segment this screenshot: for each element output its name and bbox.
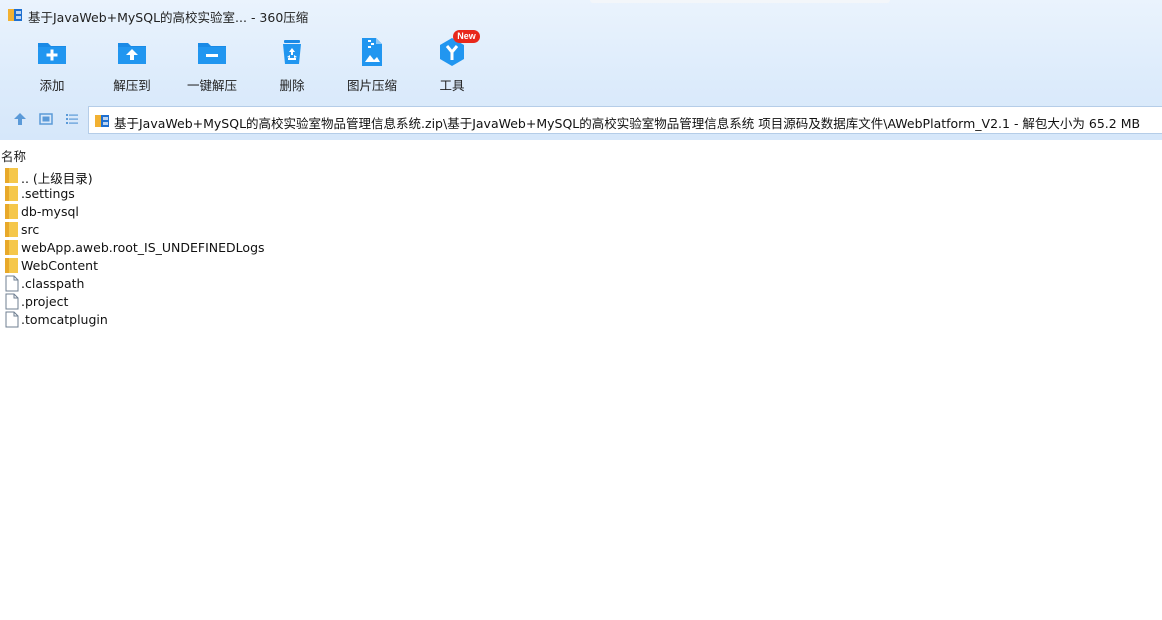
file-icon <box>5 293 19 310</box>
file-name: .tomcatplugin <box>21 312 108 327</box>
list-item[interactable]: webApp.aweb.root_IS_UNDEFINEDLogs <box>0 238 1162 256</box>
file-name: .project <box>21 294 69 309</box>
file-icon <box>5 275 19 292</box>
delete-button[interactable]: 删除 <box>252 34 332 96</box>
folder-icon <box>5 168 18 183</box>
tools-button[interactable]: 工具 <box>412 34 492 96</box>
toolbar: 添加 解压到 一键解压 删除 图片压缩 工具 <box>0 34 520 96</box>
recycle-icon <box>283 40 301 64</box>
image-compress-label: 图片压缩 <box>346 78 397 93</box>
title-bar: 基于JavaWeb+MySQL的高校实验室... - 360压缩 <box>0 0 1162 30</box>
title-highlight <box>590 0 890 3</box>
one-click-extract-button[interactable]: 一键解压 <box>172 34 252 96</box>
up-arrow-icon[interactable] <box>12 111 28 127</box>
address-bar: 基于JavaWeb+MySQL的高校实验室物品管理信息系统.zip\基于Java… <box>0 104 1162 134</box>
file-name: db-mysql <box>21 204 79 219</box>
path-field[interactable]: 基于JavaWeb+MySQL的高校实验室物品管理信息系统.zip\基于Java… <box>88 106 1162 134</box>
window-chrome: 基于JavaWeb+MySQL的高校实验室... - 360压缩 添加 解压到 <box>0 0 1162 140</box>
current-path: 基于JavaWeb+MySQL的高校实验室物品管理信息系统.zip\基于Java… <box>114 116 1010 131</box>
image-compress-button[interactable]: 图片压缩 <box>332 34 412 96</box>
file-icon <box>5 311 19 328</box>
list-item[interactable]: db-mysql <box>0 202 1162 220</box>
list-item[interactable]: WebContent <box>0 256 1162 274</box>
folder-icon <box>5 258 18 273</box>
archive-icon <box>8 9 22 21</box>
one-click-extract-icon <box>198 43 226 64</box>
column-name[interactable]: 名称 <box>1 146 26 165</box>
extract-to-button[interactable]: 解压到 <box>92 34 172 96</box>
folder-icon <box>5 240 18 255</box>
column-header[interactable]: 名称 <box>0 146 1162 164</box>
folder-icon <box>5 222 18 237</box>
file-name: WebContent <box>21 258 98 273</box>
list-item[interactable]: .classpath <box>0 274 1162 292</box>
archive-icon <box>95 115 109 127</box>
new-badge: New <box>453 30 480 43</box>
file-name: src <box>21 222 40 237</box>
path-text: 基于JavaWeb+MySQL的高校实验室物品管理信息系统.zip\基于Java… <box>114 113 1140 132</box>
list-item[interactable]: .. (上级目录) <box>0 166 1162 186</box>
list-item[interactable]: src <box>0 220 1162 238</box>
folder-icon <box>5 204 18 219</box>
file-list: .. (上级目录) .settings db-mysql src webApp.… <box>0 166 1162 328</box>
list-item[interactable]: .settings <box>0 184 1162 202</box>
extract-to-label: 解压到 <box>113 78 151 93</box>
list-view-icon[interactable] <box>64 111 80 127</box>
file-name: webApp.aweb.root_IS_UNDEFINEDLogs <box>21 240 265 255</box>
thumbnail-view-icon[interactable] <box>38 111 54 127</box>
add-button[interactable]: 添加 <box>12 34 92 96</box>
folder-icon <box>5 186 18 201</box>
one-click-extract-label: 一键解压 <box>186 78 237 93</box>
image-compress-icon <box>362 38 382 66</box>
window-title: 基于JavaWeb+MySQL的高校实验室... - 360压缩 <box>28 10 309 25</box>
file-name: .settings <box>21 186 75 201</box>
unpacked-size: - 解包大小为 65.2 MB <box>1009 116 1141 131</box>
add-label: 添加 <box>39 78 65 93</box>
list-item[interactable]: .tomcatplugin <box>0 310 1162 328</box>
file-name: .classpath <box>21 276 85 291</box>
list-item[interactable]: .project <box>0 292 1162 310</box>
delete-label: 删除 <box>279 78 305 93</box>
tools-label: 工具 <box>439 78 465 93</box>
extract-to-icon <box>118 43 146 64</box>
add-folder-icon <box>38 43 66 64</box>
